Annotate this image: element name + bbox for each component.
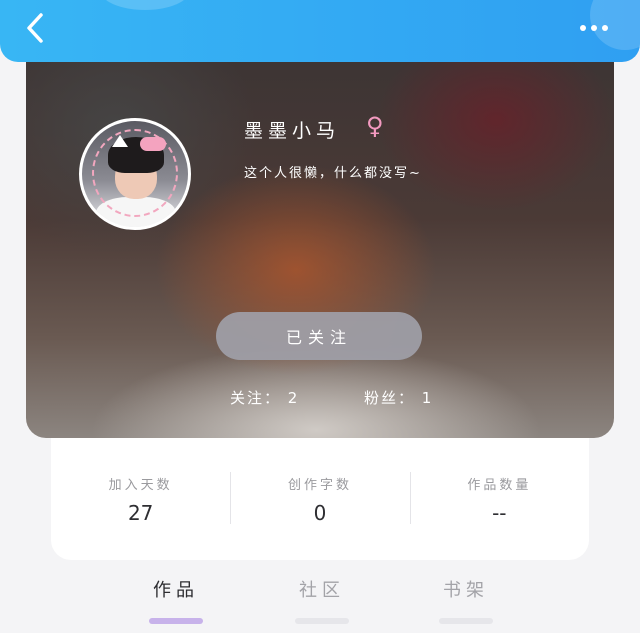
tab-label: 书架 xyxy=(443,580,489,601)
stat-label: 加入天数 xyxy=(108,478,173,493)
nickname: 墨墨小马 xyxy=(244,120,341,142)
more-dot xyxy=(591,25,597,31)
stat-value: 27 xyxy=(127,501,154,525)
chevron-left-icon xyxy=(27,13,43,43)
tab-bookshelf[interactable]: 书架 xyxy=(416,576,516,624)
back-button[interactable] xyxy=(18,10,52,46)
tab-indicator xyxy=(295,618,349,624)
more-button[interactable] xyxy=(572,14,616,42)
stats-card: 加入天数 27 创作字数 0 作品数量 -- xyxy=(51,438,589,560)
tab-label: 社区 xyxy=(299,580,345,601)
tab-community[interactable]: 社区 xyxy=(272,576,372,624)
stat-works-count: 作品数量 -- xyxy=(409,438,589,560)
cat-ear-sticker-icon xyxy=(112,135,128,147)
tab-indicator xyxy=(149,618,203,624)
bio-text: 这个人很懒，什么都没写~ xyxy=(244,166,422,181)
following-count[interactable]: 关注： 2 xyxy=(230,387,299,408)
stat-label: 创作字数 xyxy=(287,478,352,493)
stat-label: 作品数量 xyxy=(467,478,532,493)
follow-button[interactable]: 已关注 xyxy=(216,312,422,360)
decorative-bubble xyxy=(100,0,190,10)
more-dot xyxy=(602,25,608,31)
stat-word-count: 创作字数 0 xyxy=(230,438,409,560)
content-tabs: 作品 社区 书架 xyxy=(0,570,640,633)
profile-hero: 墨墨小马 ♀ 这个人很懒，什么都没写~ 已关注 关注： 2 粉丝： 1 xyxy=(26,40,614,438)
tab-label: 作品 xyxy=(153,580,199,601)
tab-works[interactable]: 作品 xyxy=(126,576,226,624)
more-dots-icon xyxy=(580,25,586,31)
stat-value: -- xyxy=(492,501,507,525)
bow-sticker-icon xyxy=(140,137,166,151)
stat-value: 0 xyxy=(313,501,327,525)
tab-indicator xyxy=(439,618,493,624)
top-bar xyxy=(0,0,640,62)
stat-join-days: 加入天数 27 xyxy=(51,438,230,560)
fans-count[interactable]: 粉丝： 1 xyxy=(364,387,433,408)
avatar[interactable] xyxy=(79,118,191,230)
female-gender-icon: ♀ xyxy=(366,112,384,140)
